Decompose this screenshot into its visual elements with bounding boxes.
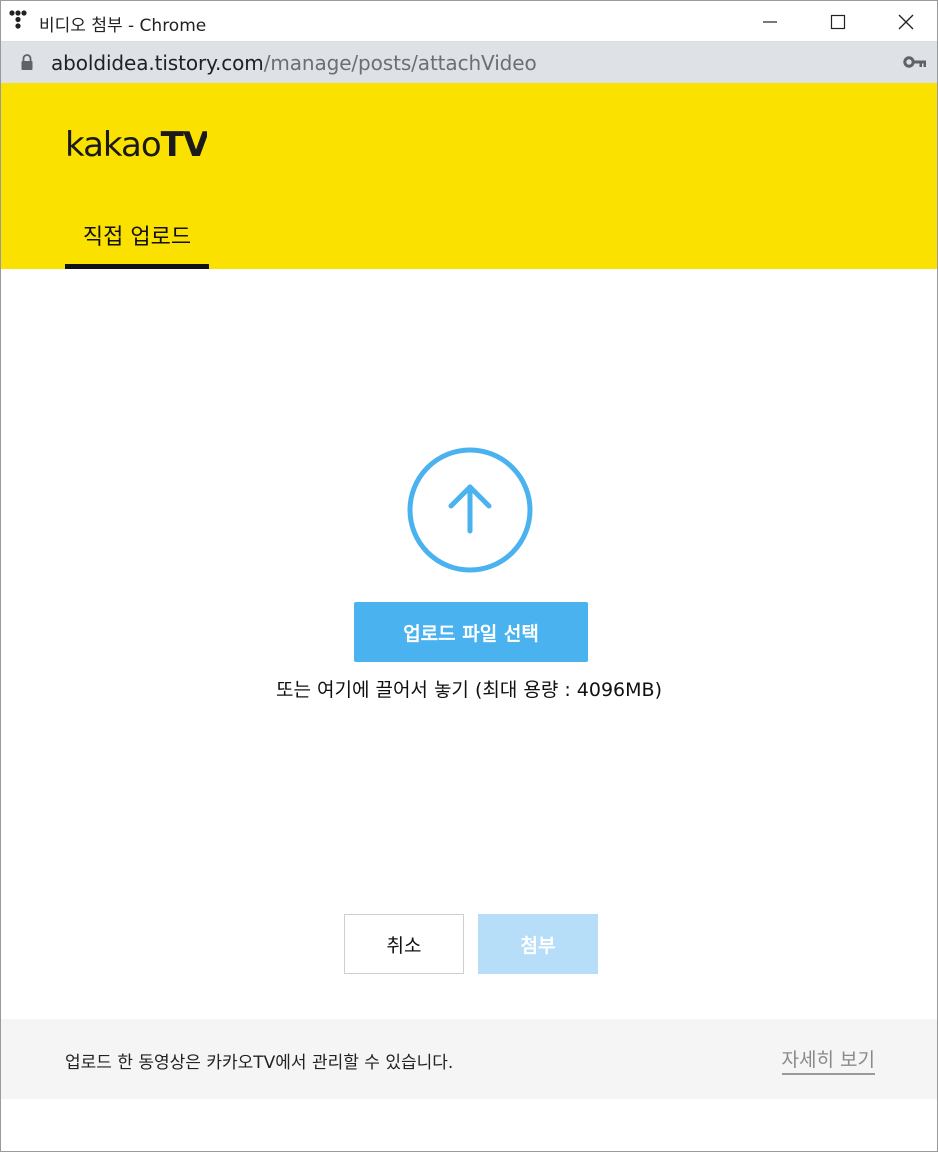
address-bar[interactable]: aboldidea.tistory.com/manage/posts/attac…	[1, 42, 937, 83]
logo-light-text: kakao	[65, 125, 162, 165]
select-upload-file-button[interactable]: 업로드 파일 선택	[354, 602, 588, 662]
upload-arrow-icon[interactable]	[407, 447, 533, 573]
tab-label: 직접 업로드	[82, 225, 192, 250]
logo-bold-text: TV	[160, 125, 207, 165]
window-title: 비디오 첨부 - Chrome	[39, 16, 207, 36]
tistory-icon	[9, 10, 27, 29]
kakao-header: kakaoTV 직접 업로드	[1, 83, 937, 269]
popup-window: 비디오 첨부 - Chrome aboldidea.tistory.com/ma…	[0, 0, 938, 1152]
kakaotv-logo: kakaoTV	[65, 125, 207, 165]
attach-button[interactable]: 첨부	[478, 914, 598, 974]
title-bar: 비디오 첨부 - Chrome	[1, 1, 937, 42]
cancel-button[interactable]: 취소	[344, 914, 464, 974]
maximize-icon	[830, 14, 846, 29]
url-path: /manage/posts/attachVideo	[263, 51, 537, 75]
see-more-link[interactable]: 자세히 보기	[781, 1045, 875, 1075]
lock-icon[interactable]	[20, 53, 34, 71]
minimize-button[interactable]	[736, 1, 804, 42]
key-icon[interactable]	[903, 54, 927, 70]
drop-hint-text: 또는 여기에 끌어서 놓기 (최대 용량 : 4096MB)	[275, 679, 662, 701]
url-host: aboldidea.tistory.com	[51, 51, 264, 75]
minimize-icon	[763, 20, 777, 23]
close-button[interactable]	[872, 1, 937, 42]
url-text[interactable]: aboldidea.tistory.com/manage/posts/attac…	[51, 51, 537, 75]
tab-direct-upload[interactable]: 직접 업로드	[65, 209, 209, 269]
tab-active-indicator	[65, 264, 209, 269]
maximize-button[interactable]	[804, 1, 872, 42]
close-icon	[898, 14, 914, 29]
info-text: 업로드 한 동영상은 카카오TV에서 관리할 수 있습니다.	[65, 1053, 454, 1073]
info-strip: 업로드 한 동영상은 카카오TV에서 관리할 수 있습니다. 자세히 보기	[1, 1019, 937, 1099]
